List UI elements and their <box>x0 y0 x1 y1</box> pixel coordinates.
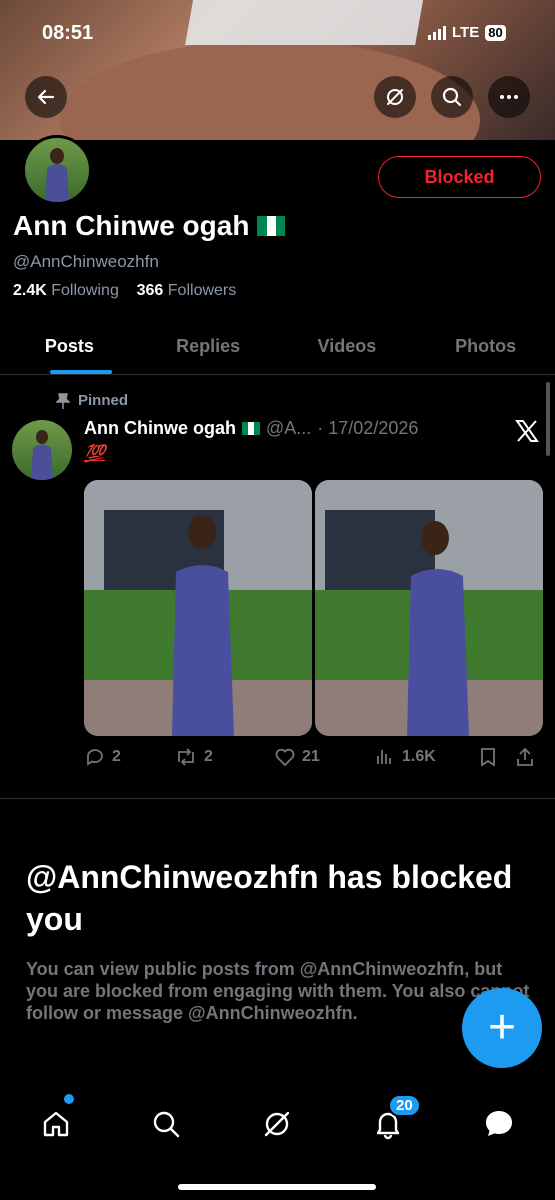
blocked-button[interactable]: Blocked <box>378 156 541 198</box>
grok-icon <box>264 1111 290 1137</box>
bookmark-icon <box>481 748 495 767</box>
repost-count: 2 <box>204 748 213 765</box>
pin-icon <box>56 392 70 409</box>
following-label: Following <box>51 282 119 299</box>
following-count: 2.4K <box>13 282 47 299</box>
blocked-notice-title: @AnnChinweozhfn has blocked you <box>26 859 513 937</box>
follow-stats: 2.4K Following 366 Followers <box>13 282 236 300</box>
network-label: LTE <box>452 24 480 41</box>
nigeria-flag-icon <box>257 216 286 236</box>
pinned-label-row: Pinned <box>56 392 128 409</box>
home-icon <box>43 1111 69 1137</box>
bottom-nav <box>0 1080 555 1200</box>
post-photo-2[interactable] <box>315 480 543 736</box>
status-indicators: LTE 80 <box>428 24 506 41</box>
blocked-notice-body: You can view public posts from @AnnChinw… <box>26 959 530 1023</box>
share-icon <box>517 747 533 766</box>
divider <box>0 798 555 799</box>
notifications-badge: 20 <box>388 1094 421 1117</box>
profile-tabs: Posts Replies Videos Photos <box>0 318 555 375</box>
grok-button[interactable] <box>374 76 416 118</box>
search-icon <box>153 1111 180 1138</box>
tab-posts[interactable]: Posts <box>0 318 139 374</box>
reply-icon <box>87 749 103 766</box>
post-author-avatar[interactable] <box>12 420 72 480</box>
back-button[interactable] <box>25 76 67 118</box>
search-icon <box>442 87 462 107</box>
more-icon <box>500 95 518 99</box>
tab-photos[interactable]: Photos <box>416 318 555 374</box>
heart-icon <box>275 748 295 767</box>
followers-link[interactable]: 366 Followers <box>137 282 237 299</box>
reply-count: 2 <box>112 748 121 765</box>
profile-avatar[interactable] <box>22 135 92 205</box>
tab-replies[interactable]: Replies <box>139 318 278 374</box>
home-indicator <box>178 1184 376 1190</box>
views-icon <box>377 750 391 764</box>
status-time: 08:51 <box>42 22 94 44</box>
post-photo-1[interactable] <box>84 480 312 736</box>
share-button[interactable] <box>514 746 544 768</box>
profile-handle: @AnnChinweozhfn <box>13 252 159 271</box>
home-new-dot <box>62 1092 76 1106</box>
signal-icon <box>428 25 446 40</box>
view-count: 1.6K <box>402 748 436 765</box>
post-actions: 2 2 21 1.6K <box>84 746 544 768</box>
post-header: Ann Chinwe ogah @A... · 17/02/2026 <box>84 418 418 439</box>
like-button[interactable]: 21 <box>274 746 374 768</box>
post-date: · 17/02/2026 <box>317 418 419 438</box>
nav-home[interactable] <box>34 1102 78 1146</box>
grok-icon <box>387 89 403 105</box>
following-link[interactable]: 2.4K Following <box>13 282 119 299</box>
nav-search[interactable] <box>144 1102 188 1146</box>
followers-count: 366 <box>136 282 164 299</box>
bookmark-button[interactable] <box>478 746 514 768</box>
compose-button[interactable]: + <box>462 988 542 1068</box>
search-button[interactable] <box>431 76 473 118</box>
followers-label: Followers <box>167 282 237 299</box>
like-count: 21 <box>302 748 320 765</box>
battery-level: 80 <box>485 24 506 41</box>
x-logo-icon <box>514 418 540 451</box>
tab-videos[interactable]: Videos <box>278 318 417 374</box>
nav-grok[interactable] <box>255 1102 299 1146</box>
scrollbar[interactable] <box>546 382 550 456</box>
post-text: 💯 <box>84 444 106 463</box>
repost-button[interactable]: 2 <box>174 746 274 768</box>
arrow-left-icon <box>37 89 55 105</box>
views-button[interactable]: 1.6K <box>374 746 478 768</box>
profile-banner <box>0 0 555 140</box>
post-author-name[interactable]: Ann Chinwe ogah <box>84 418 236 439</box>
nav-messages[interactable] <box>477 1102 521 1146</box>
nigeria-flag-icon <box>242 422 260 435</box>
chat-icon <box>486 1111 512 1136</box>
repost-icon <box>178 748 194 766</box>
pinned-label: Pinned <box>78 392 129 409</box>
profile-name-row: Ann Chinwe ogah <box>13 210 286 242</box>
profile-name: Ann Chinwe ogah <box>13 210 250 241</box>
more-button[interactable] <box>488 76 530 118</box>
reply-button[interactable]: 2 <box>84 746 174 768</box>
post-author-handle: @A... <box>266 418 312 438</box>
